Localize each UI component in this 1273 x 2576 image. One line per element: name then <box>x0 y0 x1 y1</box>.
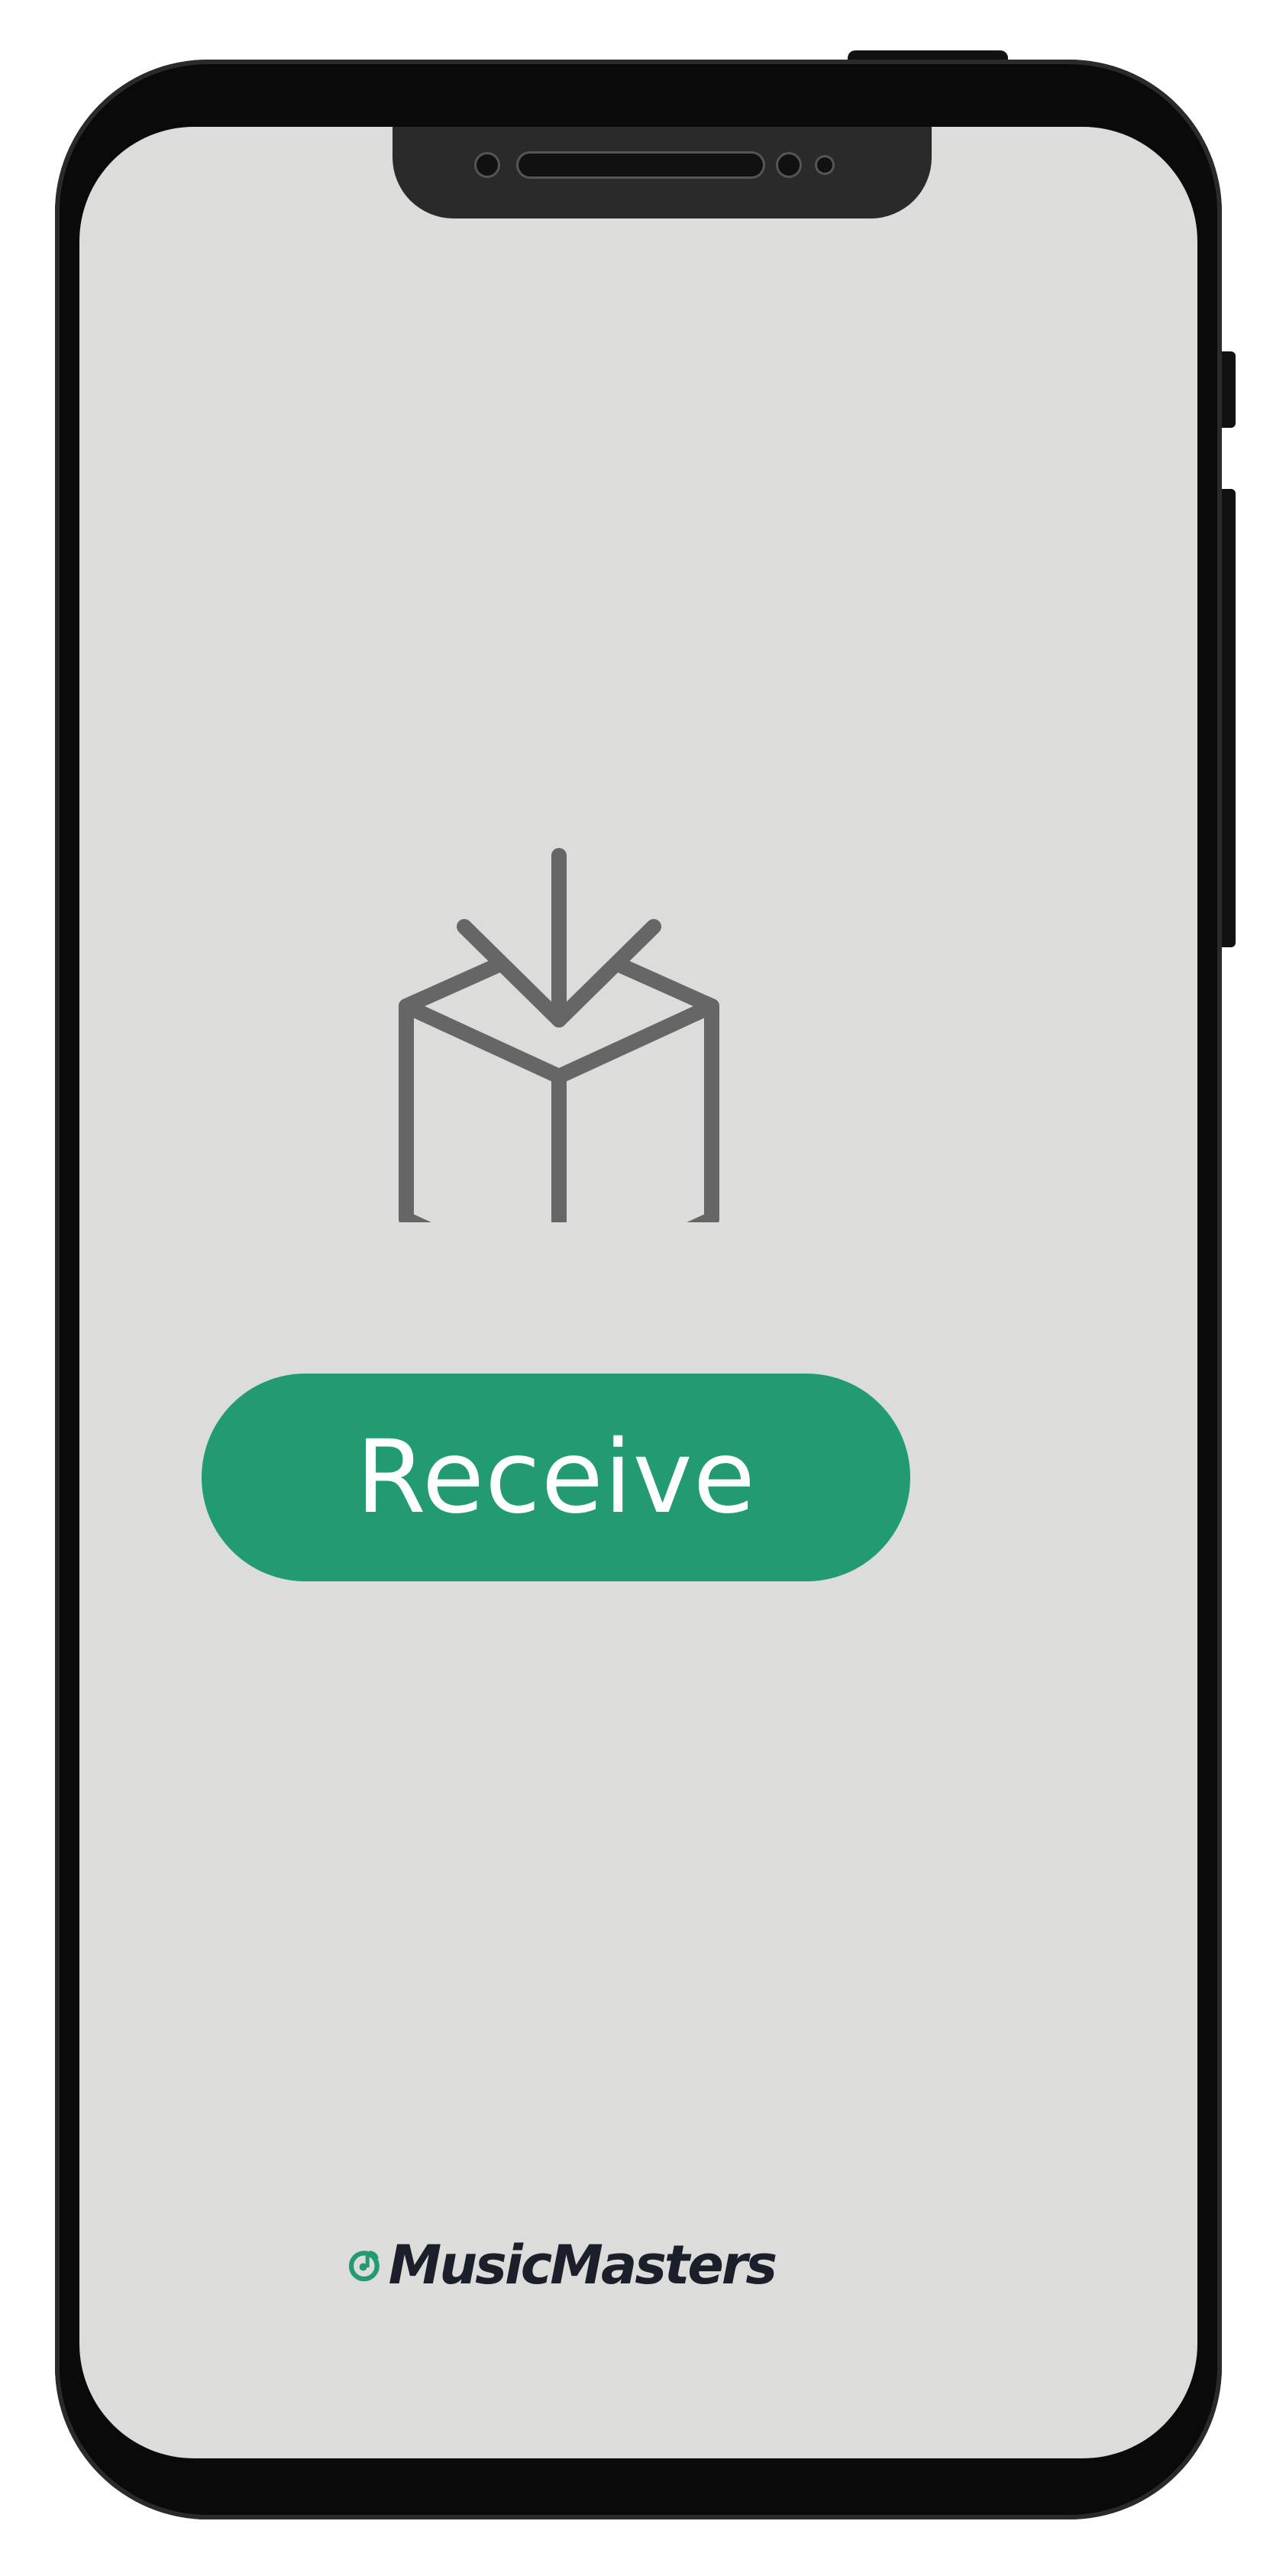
earpiece-speaker <box>519 154 763 176</box>
phone-notch <box>393 127 932 218</box>
receive-button[interactable]: Receive <box>202 1374 910 1581</box>
brand-logo: MusicMasters <box>347 2231 777 2299</box>
sensor-small-icon <box>817 157 832 173</box>
sensor-icon <box>778 154 800 176</box>
package-receive-icon <box>399 848 719 1222</box>
musicmasters-logo-icon <box>348 2251 380 2282</box>
front-camera-icon <box>477 154 498 176</box>
phone-screen <box>79 127 1197 2458</box>
brand-name: MusicMasters <box>388 2234 777 2296</box>
